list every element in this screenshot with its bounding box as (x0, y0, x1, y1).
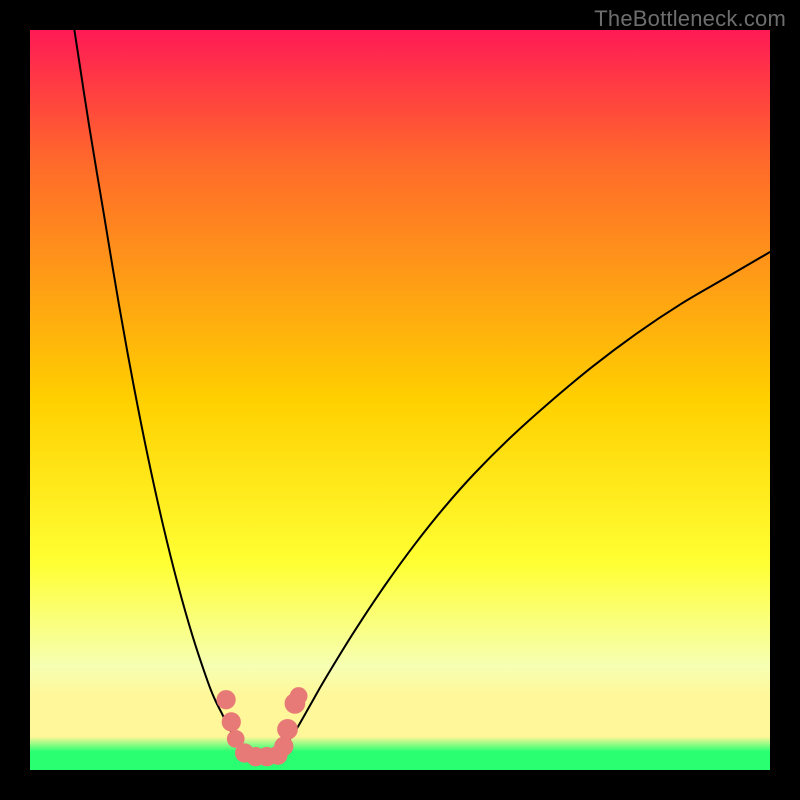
marker-point (222, 712, 241, 731)
marker-group (216, 687, 307, 766)
curve-left-branch (74, 30, 237, 740)
marker-point (274, 737, 293, 756)
chart-svg (30, 30, 770, 770)
curve-group (74, 30, 770, 740)
plot-area (30, 30, 770, 770)
marker-point (216, 690, 235, 709)
curve-right-branch (289, 252, 770, 740)
watermark-text: TheBottleneck.com (594, 6, 786, 32)
chart-frame: TheBottleneck.com (0, 0, 800, 800)
marker-point (277, 719, 298, 740)
marker-point (290, 687, 308, 705)
